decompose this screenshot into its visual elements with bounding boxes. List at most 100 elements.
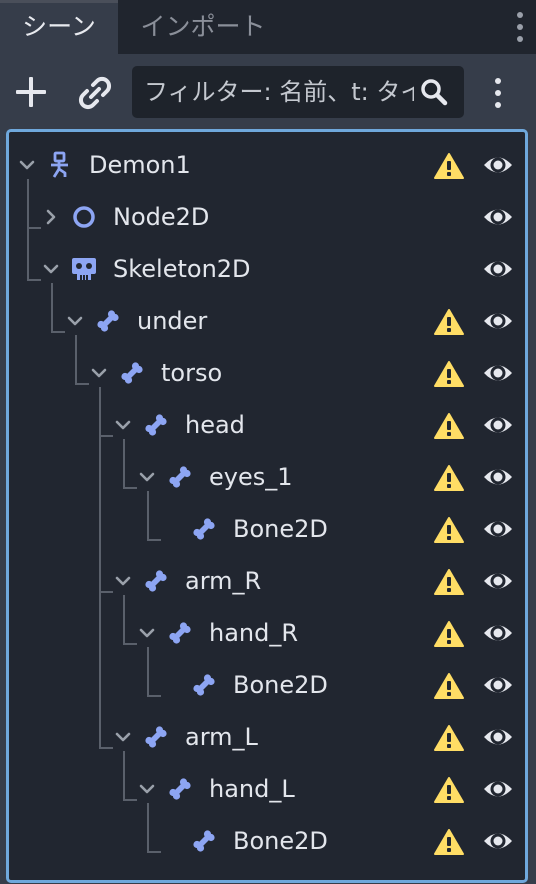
scene-toolbar <box>0 54 536 126</box>
tree-guide-line <box>99 747 113 749</box>
collapse-arrow-icon[interactable] <box>115 417 131 433</box>
skeleton-icon <box>69 254 99 284</box>
visibility-eye-icon[interactable] <box>483 671 513 699</box>
tree-row-bone2d[interactable]: Bone2D <box>9 659 525 711</box>
visibility-eye-icon[interactable] <box>483 515 513 543</box>
node-name-label: Demon1 <box>89 151 191 179</box>
collapse-arrow-icon[interactable] <box>115 573 131 589</box>
node-name-label: Bone2D <box>233 671 328 699</box>
warning-icon[interactable] <box>433 152 465 180</box>
warning-icon[interactable] <box>433 516 465 544</box>
warning-icon[interactable] <box>433 672 465 700</box>
warning-icon[interactable] <box>433 724 465 752</box>
filter-field[interactable] <box>132 66 464 118</box>
tree-row-arm_l[interactable]: arm_L <box>9 711 525 763</box>
visibility-eye-icon[interactable] <box>483 151 513 179</box>
visibility-eye-icon[interactable] <box>483 827 513 855</box>
node-name-label: under <box>137 307 208 335</box>
tree-guide-line <box>123 751 125 799</box>
expand-arrow-icon[interactable] <box>43 209 59 225</box>
tree-guide-line <box>123 595 125 643</box>
tab-import[interactable]: インポート <box>118 0 288 54</box>
tree-row-skeleton2d[interactable]: Skeleton2D <box>9 243 525 295</box>
bone-icon <box>189 514 219 544</box>
tree-row-node2d[interactable]: Node2D <box>9 191 525 243</box>
tree-guide-line <box>51 283 53 331</box>
node-name-label: Skeleton2D <box>113 255 251 283</box>
tree-row-bone2d[interactable]: Bone2D <box>9 815 525 867</box>
plus-icon[interactable] <box>14 74 50 110</box>
tree-guide-line <box>147 491 149 539</box>
tree-row-under[interactable]: under <box>9 295 525 347</box>
bone-icon <box>165 774 195 804</box>
visibility-eye-icon[interactable] <box>483 307 513 335</box>
warning-icon[interactable] <box>433 776 465 804</box>
visibility-eye-icon[interactable] <box>483 359 513 387</box>
collapse-arrow-icon[interactable] <box>67 313 83 329</box>
link-icon[interactable] <box>78 76 112 110</box>
tab-menu-icon[interactable] <box>512 10 528 44</box>
tree-row-torso[interactable]: torso <box>9 347 525 399</box>
node-name-label: Bone2D <box>233 827 328 855</box>
visibility-eye-icon[interactable] <box>483 203 513 231</box>
collapse-arrow-icon[interactable] <box>139 469 155 485</box>
warning-icon[interactable] <box>433 620 465 648</box>
tree-row-head[interactable]: head <box>9 399 525 451</box>
tree-guide-line <box>99 435 113 437</box>
visibility-eye-icon[interactable] <box>483 723 513 751</box>
tree-row-demon1[interactable]: Demon1 <box>9 139 525 191</box>
tree-guide-line <box>99 387 101 747</box>
node-name-label: head <box>185 411 245 439</box>
visibility-eye-icon[interactable] <box>483 567 513 595</box>
warning-icon[interactable] <box>433 308 465 336</box>
bone-icon <box>189 670 219 700</box>
tree-guide-line <box>147 539 161 541</box>
tree-guide-line <box>147 647 149 695</box>
visibility-eye-icon[interactable] <box>483 463 513 491</box>
node2d-icon <box>69 202 99 232</box>
tree-guide-line <box>147 695 161 697</box>
warning-icon[interactable] <box>433 464 465 492</box>
visibility-eye-icon[interactable] <box>483 619 513 647</box>
collapse-arrow-icon[interactable] <box>91 365 107 381</box>
warning-icon[interactable] <box>433 360 465 388</box>
collapse-arrow-icon[interactable] <box>115 729 131 745</box>
visibility-eye-icon[interactable] <box>483 255 513 283</box>
node-name-label: Node2D <box>113 203 210 231</box>
tree-guide-line <box>123 799 137 801</box>
collapse-arrow-icon[interactable] <box>43 261 59 277</box>
tree-guide-line <box>75 335 77 383</box>
tree-row-eyes_1[interactable]: eyes_1 <box>9 451 525 503</box>
tree-guide-line <box>123 643 137 645</box>
kebab-menu-icon[interactable] <box>490 76 506 110</box>
bone-icon <box>93 306 123 336</box>
warning-icon[interactable] <box>433 412 465 440</box>
tree-row-hand_r[interactable]: hand_R <box>9 607 525 659</box>
tree-row-bone2d[interactable]: Bone2D <box>9 503 525 555</box>
dock-tab-bar: シーン インポート <box>0 0 536 54</box>
node-name-label: torso <box>161 359 223 387</box>
bone-icon <box>117 358 147 388</box>
bone-icon <box>165 462 195 492</box>
tree-row-arm_r[interactable]: arm_R <box>9 555 525 607</box>
tree-row-hand_l[interactable]: hand_L <box>9 763 525 815</box>
warning-icon[interactable] <box>433 568 465 596</box>
bone-icon <box>165 618 195 648</box>
warning-icon[interactable] <box>433 828 465 856</box>
visibility-eye-icon[interactable] <box>483 411 513 439</box>
collapse-arrow-icon[interactable] <box>19 157 35 173</box>
filter-input[interactable] <box>144 74 414 110</box>
bone-icon <box>141 722 171 752</box>
tree-guide-line <box>147 851 161 853</box>
node-name-label: eyes_1 <box>209 463 293 491</box>
scene-tree[interactable]: Demon1 Node2D Skeleton2D under torso head eyes… <box>6 129 528 883</box>
collapse-arrow-icon[interactable] <box>139 625 155 641</box>
tree-guide-line <box>75 383 89 385</box>
bone-icon <box>141 410 171 440</box>
tab-scene[interactable]: シーン <box>0 0 118 54</box>
node-name-label: Bone2D <box>233 515 328 543</box>
collapse-arrow-icon[interactable] <box>139 781 155 797</box>
node-name-label: arm_L <box>185 723 258 751</box>
tree-guide-line <box>123 487 137 489</box>
visibility-eye-icon[interactable] <box>483 775 513 803</box>
